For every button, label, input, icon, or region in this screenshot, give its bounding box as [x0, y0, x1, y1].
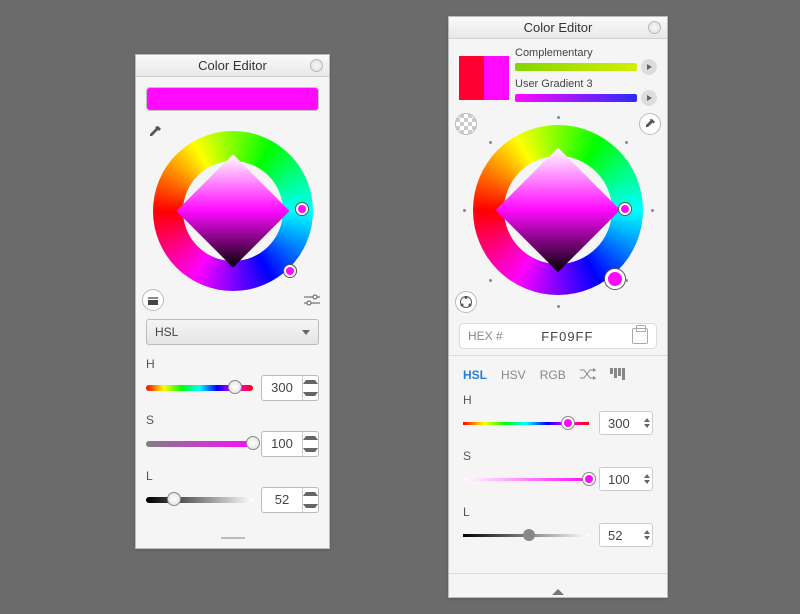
chevron-down-icon: [302, 330, 310, 335]
step-up-icon[interactable]: [303, 488, 318, 500]
h-label: H: [146, 357, 319, 371]
sliders-toggle-icon[interactable]: [301, 289, 323, 311]
color-wheel[interactable]: [136, 121, 329, 311]
sv-marker[interactable]: [619, 203, 631, 215]
expand-arrow-icon[interactable]: [552, 589, 564, 595]
color-model-select[interactable]: HSL: [146, 319, 319, 345]
hue-marker[interactable]: [605, 269, 625, 289]
h-stepper[interactable]: 300: [261, 375, 319, 401]
transparency-icon[interactable]: [455, 113, 477, 135]
gradient-go-2[interactable]: [641, 90, 657, 106]
tab-rgb[interactable]: RGB: [540, 368, 566, 383]
s-slider[interactable]: [463, 478, 589, 481]
h-slider[interactable]: [463, 422, 589, 425]
l-stepper[interactable]: 52: [599, 523, 653, 547]
color-wheel[interactable]: [449, 113, 667, 313]
current-color-swatch[interactable]: [146, 87, 319, 111]
l-label: L: [146, 469, 319, 483]
gradient-bar-1[interactable]: [515, 63, 637, 71]
h-stepper[interactable]: 300: [599, 411, 653, 435]
titlebar[interactable]: Color Editor: [136, 55, 329, 77]
l-stepper[interactable]: 52: [261, 487, 319, 513]
tab-hsv[interactable]: HSV: [501, 368, 526, 383]
step-up-icon[interactable]: [303, 432, 318, 444]
color-editor-panel-right: Color Editor Complementary User Gradient…: [448, 16, 668, 598]
step-down-icon[interactable]: [303, 444, 318, 456]
eyedropper-icon[interactable]: [639, 113, 661, 135]
panel-title: Color Editor: [198, 58, 267, 73]
tab-hsl[interactable]: HSL: [463, 368, 487, 383]
hex-value-input[interactable]: FF09FF: [511, 329, 624, 344]
s-label: S: [463, 449, 653, 463]
sv-marker[interactable]: [296, 203, 308, 215]
l-slider[interactable]: [463, 534, 589, 537]
resize-grip[interactable]: [136, 533, 329, 543]
eyedropper-icon[interactable]: [144, 121, 166, 143]
color-model-label: HSL: [155, 325, 178, 339]
s-label: S: [146, 413, 319, 427]
gradient-label-2: User Gradient 3: [515, 78, 657, 90]
shuffle-icon[interactable]: [580, 368, 596, 383]
clipboard-icon[interactable]: [632, 328, 648, 344]
l-slider[interactable]: [146, 497, 253, 503]
gradient-label-1: Complementary: [515, 47, 657, 59]
l-label: L: [463, 505, 653, 519]
gradient-bar-2[interactable]: [515, 94, 637, 102]
step-down-icon[interactable]: [303, 500, 318, 512]
hue-marker[interactable]: [284, 265, 296, 277]
gradient-go-1[interactable]: [641, 59, 657, 75]
h-slider[interactable]: [146, 385, 253, 391]
hex-label: HEX #: [468, 329, 503, 343]
color-editor-panel-left: Color Editor HSL H 300: [135, 54, 330, 549]
s-stepper[interactable]: 100: [261, 431, 319, 457]
color-pair-swatch[interactable]: [459, 56, 509, 100]
step-down-icon[interactable]: [303, 388, 318, 400]
panel-menu-dot[interactable]: [310, 59, 323, 72]
h-label: H: [463, 393, 653, 407]
panel-title: Color Editor: [524, 20, 593, 35]
s-stepper[interactable]: 100: [599, 467, 653, 491]
levels-icon[interactable]: [610, 368, 626, 380]
titlebar[interactable]: Color Editor: [449, 17, 667, 39]
harmony-icon[interactable]: [455, 291, 477, 313]
panel-menu-dot[interactable]: [648, 21, 661, 34]
step-up-icon[interactable]: [303, 376, 318, 388]
palette-button[interactable]: [142, 289, 164, 311]
s-slider[interactable]: [146, 441, 253, 447]
